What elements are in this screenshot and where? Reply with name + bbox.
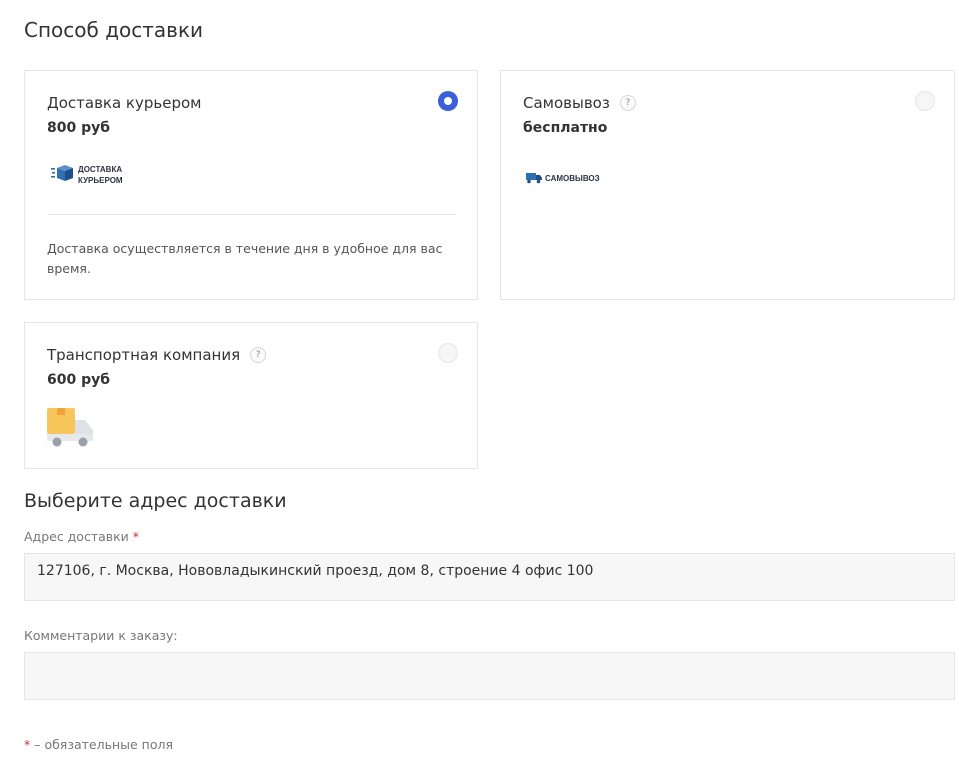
option-name: Доставка курьером [47, 94, 201, 112]
address-input[interactable]: 127106, г. Москва, Нововладыкинский прое… [24, 553, 955, 601]
divider [47, 214, 455, 215]
comment-input[interactable] [24, 652, 955, 700]
logo-line: ДОСТАВКА [78, 165, 123, 174]
address-section-title: Выберите адрес доставки [24, 490, 287, 512]
option-name: Самовывоз ? [523, 94, 636, 112]
required-mark: * [132, 529, 140, 544]
comment-label: Комментарии к заказу: [24, 628, 178, 643]
logo-line: САМОВЫВОЗ [545, 174, 600, 183]
delivery-option-transport[interactable]: Транспортная компания ? 600 руб [24, 322, 478, 469]
delivery-method-title: Способ доставки [24, 18, 204, 42]
option-price: 600 руб [47, 372, 111, 388]
radio-pickup[interactable] [915, 91, 935, 111]
courier-logo-text: ДОСТАВКА КУРЬЕРОМ [78, 164, 123, 186]
radio-transport[interactable] [438, 343, 458, 363]
box-icon [51, 164, 75, 186]
option-price: бесплатно [523, 120, 608, 136]
help-icon[interactable]: ? [619, 95, 636, 111]
option-description: Доставка осуществляется в течение дня в … [47, 241, 443, 276]
radio-courier[interactable] [438, 91, 458, 111]
option-name-text: Транспортная компания [47, 346, 241, 364]
help-icon[interactable]: ? [250, 347, 267, 363]
address-label: Адрес доставки * [24, 529, 139, 544]
address-value: 127106, г. Москва, Нововладыкинский прое… [37, 563, 594, 579]
truck-icon [526, 169, 542, 188]
option-name-text: Самовывоз [523, 94, 610, 112]
delivery-truck-icon [47, 408, 95, 448]
option-price: 800 руб [47, 120, 111, 136]
address-label-text: Адрес доставки [24, 529, 129, 544]
courier-logo: ДОСТАВКА КУРЬЕРОМ [51, 164, 123, 186]
pickup-logo: САМОВЫВОЗ [526, 169, 600, 188]
required-note-text: – обязательные поля [30, 737, 173, 752]
delivery-option-courier[interactable]: Доставка курьером 800 руб ДОСТАВКА КУРЬЕ… [24, 70, 478, 300]
delivery-option-pickup[interactable]: Самовывоз ? бесплатно САМОВЫВОЗ [500, 70, 955, 300]
required-note: * – обязательные поля [24, 737, 173, 752]
logo-line: КУРЬЕРОМ [78, 176, 123, 185]
option-name-text: Доставка курьером [47, 94, 202, 112]
option-name: Транспортная компания ? [47, 346, 267, 364]
